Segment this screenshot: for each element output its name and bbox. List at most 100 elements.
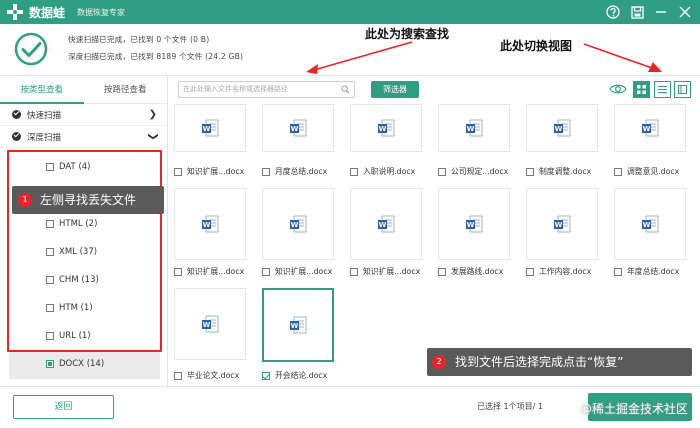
file-thumbnail[interactable]: W bbox=[262, 188, 334, 260]
checkbox[interactable] bbox=[350, 167, 358, 176]
word-document-icon: W bbox=[378, 215, 395, 233]
word-document-icon: W bbox=[466, 119, 483, 137]
selection-status: 已选择 1个项目/ 1 bbox=[477, 402, 543, 411]
file-thumbnail[interactable]: W bbox=[262, 104, 334, 152]
view-tabs: 按类型查看 按路径查看 bbox=[0, 76, 167, 104]
word-document-icon: W bbox=[642, 119, 659, 137]
checkbox[interactable] bbox=[46, 360, 54, 368]
file-name: 月度总结.docx bbox=[275, 167, 328, 176]
file-name: 年度总结.docx bbox=[627, 267, 680, 276]
svg-text:W: W bbox=[203, 125, 211, 133]
word-document-icon: W bbox=[290, 119, 307, 137]
grid-view-button[interactable] bbox=[633, 81, 650, 98]
app-subtitle: 数据恢复专家 bbox=[77, 7, 126, 17]
file-item[interactable]: 毕业论文.docx bbox=[174, 370, 239, 381]
chevron-right-icon: ❯ bbox=[148, 109, 157, 120]
sidebar-item-deep-scan[interactable]: 深度扫描 ❯ bbox=[0, 126, 167, 148]
help-icon[interactable] bbox=[604, 3, 622, 21]
file-thumbnail[interactable]: W bbox=[438, 188, 510, 260]
svg-text:W: W bbox=[291, 221, 299, 229]
file-thumbnail[interactable]: W bbox=[438, 104, 510, 152]
scan-complete-icon bbox=[14, 32, 48, 66]
file-item[interactable]: 入职说明.docx bbox=[350, 166, 415, 177]
step-badge: 1 bbox=[18, 193, 32, 207]
svg-text:W: W bbox=[203, 221, 211, 229]
file-thumbnail[interactable]: W bbox=[174, 104, 246, 152]
file-item[interactable]: 月度总结.docx bbox=[262, 166, 327, 177]
sidebar-item-label: 快速扫描 bbox=[27, 110, 62, 121]
file-thumbnail[interactable]: W bbox=[350, 104, 422, 152]
file-name: 开会结论.docx bbox=[275, 371, 328, 380]
svg-text:W: W bbox=[555, 125, 563, 133]
file-thumbnail[interactable]: W bbox=[262, 288, 334, 362]
checkbox[interactable] bbox=[262, 167, 270, 176]
file-item[interactable]: 发展路线.docx bbox=[438, 266, 503, 277]
view-annotation: 此处切换视图 bbox=[500, 39, 573, 53]
minimize-icon[interactable] bbox=[652, 3, 670, 21]
svg-text:W: W bbox=[643, 125, 651, 133]
type-item-docx[interactable]: DOCX (14) bbox=[46, 359, 104, 369]
back-button[interactable]: 返回 bbox=[13, 395, 114, 419]
file-item[interactable]: 工作内容.docx bbox=[526, 266, 591, 277]
detail-view-button[interactable] bbox=[674, 81, 691, 98]
app-name: 数据蛙 bbox=[29, 5, 66, 20]
file-thumbnail[interactable]: W bbox=[174, 288, 246, 360]
save-icon[interactable] bbox=[628, 3, 646, 21]
file-name: 知识扩展...docx bbox=[275, 267, 333, 276]
list-view-button[interactable] bbox=[654, 81, 671, 98]
sidebar-item-quick-scan[interactable]: 快速扫描 ❯ bbox=[0, 104, 167, 126]
eye-icon[interactable] bbox=[609, 82, 627, 96]
checkbox[interactable] bbox=[526, 267, 534, 276]
checkbox[interactable] bbox=[262, 371, 270, 380]
word-document-icon: W bbox=[290, 316, 307, 334]
checkbox[interactable] bbox=[614, 167, 622, 176]
deep-scan-status: 深度扫描已完成，已找到 8189 个文件 (24.2 GB) bbox=[68, 52, 244, 61]
file-thumbnail[interactable]: W bbox=[614, 104, 686, 152]
toolbar: 在此处输入文件名称或选择器路径 筛选器 bbox=[168, 76, 700, 104]
checkbox[interactable] bbox=[350, 267, 358, 276]
file-thumbnail[interactable]: W bbox=[526, 188, 598, 260]
search-placeholder: 在此处输入文件名称或选择器路径 bbox=[183, 85, 288, 93]
svg-text:W: W bbox=[291, 322, 299, 330]
word-document-icon: W bbox=[202, 315, 219, 333]
filter-button[interactable]: 筛选器 bbox=[371, 81, 419, 98]
file-item[interactable]: 调整意见.docx bbox=[614, 166, 679, 177]
type-label: DOCX (14) bbox=[59, 359, 105, 369]
tab-by-type[interactable]: 按类型查看 bbox=[0, 76, 84, 104]
tab-by-path[interactable]: 按路径查看 bbox=[84, 76, 168, 104]
file-item[interactable]: 知识扩展...docx bbox=[174, 266, 244, 277]
search-input[interactable]: 在此处输入文件名称或选择器路径 bbox=[178, 81, 355, 98]
checkbox[interactable] bbox=[526, 167, 534, 176]
file-item[interactable]: 公司规定...docx bbox=[438, 166, 508, 177]
file-thumbnail[interactable]: W bbox=[174, 188, 246, 260]
file-item[interactable]: 知识扩展...docx bbox=[174, 166, 244, 177]
file-name: 公司规定...docx bbox=[451, 167, 509, 176]
word-document-icon: W bbox=[642, 215, 659, 233]
checkbox[interactable] bbox=[438, 267, 446, 276]
file-item[interactable]: 开会结论.docx bbox=[262, 370, 327, 381]
file-thumbnail[interactable]: W bbox=[526, 104, 598, 152]
close-icon[interactable] bbox=[676, 3, 694, 21]
panel-icon bbox=[678, 85, 687, 94]
watermark: @稀土掘金技术社区 bbox=[579, 402, 688, 416]
checkbox[interactable] bbox=[262, 267, 270, 276]
annotation-tooltip-right: 找到文件后选择完成点击“恢复” bbox=[427, 348, 692, 376]
checkbox[interactable] bbox=[174, 167, 182, 176]
file-item[interactable]: 知识扩展...docx bbox=[350, 266, 420, 277]
file-name: 入职说明.docx bbox=[363, 167, 416, 176]
file-thumbnail[interactable]: W bbox=[614, 188, 686, 260]
svg-text:W: W bbox=[555, 221, 563, 229]
app-logo-icon bbox=[6, 3, 24, 21]
checkbox[interactable] bbox=[614, 267, 622, 276]
checkbox[interactable] bbox=[174, 371, 182, 380]
quick-scan-status: 快速扫描已完成，已找到 0 个文件 (0 B) bbox=[68, 35, 210, 44]
file-item[interactable]: 制度调整.docx bbox=[526, 166, 591, 177]
checkbox[interactable] bbox=[438, 167, 446, 176]
word-document-icon: W bbox=[466, 215, 483, 233]
file-name: 知识扩展...docx bbox=[187, 167, 245, 176]
file-thumbnail[interactable]: W bbox=[350, 188, 422, 260]
checkbox[interactable] bbox=[174, 267, 182, 276]
file-item[interactable]: 年度总结.docx bbox=[614, 266, 679, 277]
tooltip-text: 左侧寻找丢失文件 bbox=[40, 193, 137, 207]
file-item[interactable]: 知识扩展...docx bbox=[262, 266, 332, 277]
